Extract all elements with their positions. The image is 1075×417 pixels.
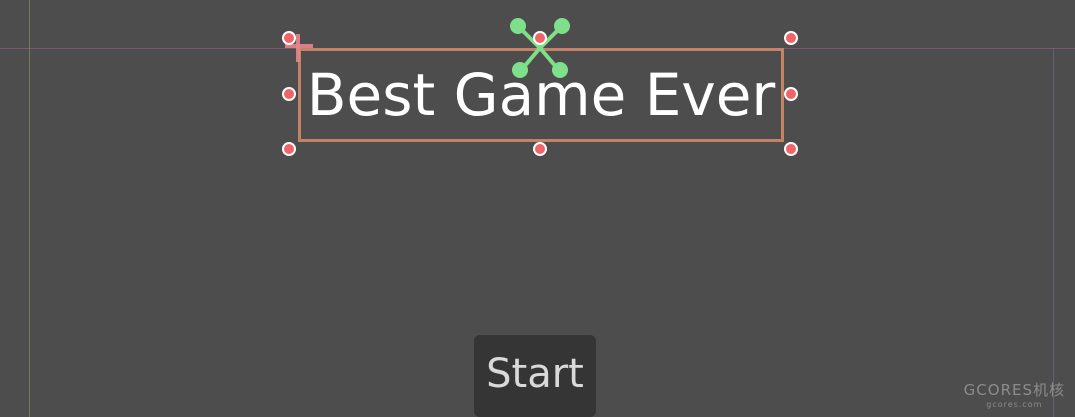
watermark-url: gcores.com [986,400,1043,409]
resize-handle-top-left[interactable] [282,31,296,45]
start-button[interactable]: Start [474,335,596,417]
start-button-label: Start [486,351,584,397]
viewport-right-edge-line [1053,48,1054,417]
resize-handle-right[interactable] [784,87,798,101]
resize-handle-top[interactable] [533,31,547,45]
title-label-text: Best Game Ever [306,61,776,129]
vertical-guide-line [29,0,30,417]
watermark: GCORES机核 gcores.com [964,379,1065,409]
resize-handle-top-right[interactable] [784,31,798,45]
resize-handle-bottom-right[interactable] [784,142,798,156]
resize-handle-bottom[interactable] [533,142,547,156]
title-label-node[interactable]: Best Game Ever [298,48,784,142]
watermark-brand: GCORES机核 [963,381,1065,399]
resize-handle-bottom-left[interactable] [282,142,296,156]
resize-handle-left[interactable] [282,87,296,101]
